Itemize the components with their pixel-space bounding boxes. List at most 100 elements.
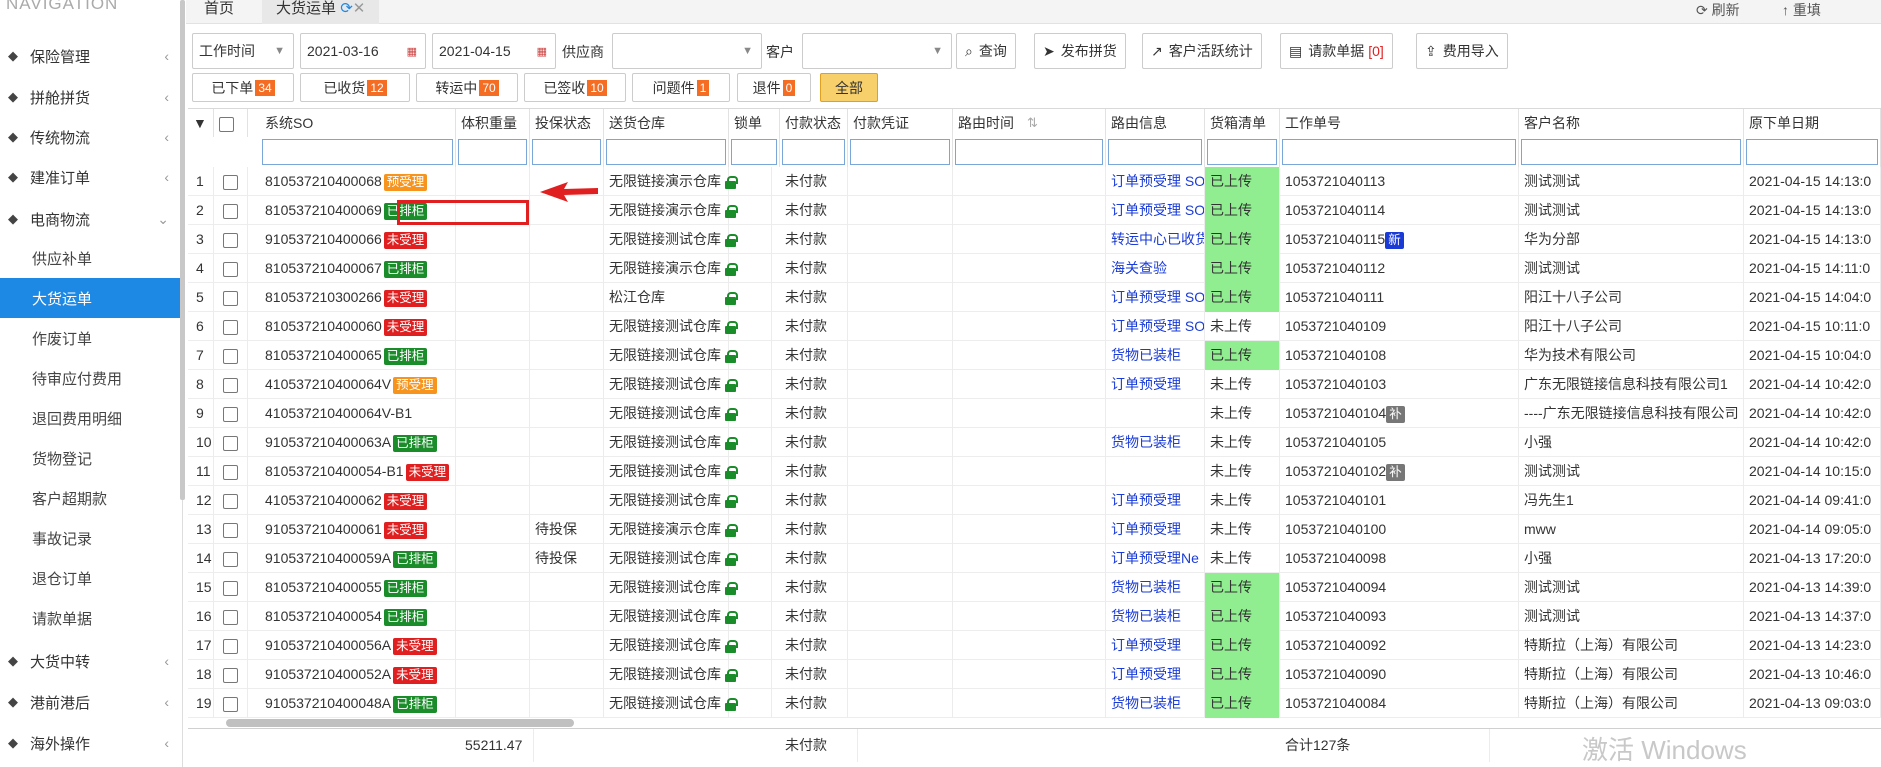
lock-icon[interactable] bbox=[725, 436, 738, 450]
lock-cell[interactable] bbox=[721, 399, 772, 428]
lock-icon[interactable] bbox=[725, 552, 738, 566]
status-button-5[interactable]: 退件 0 bbox=[737, 73, 811, 102]
route-info-link[interactable]: 订单预受理 bbox=[1106, 515, 1205, 544]
table-row[interactable]: 13 910537210400061 未受理 待投保 无限链接演示仓库 未付款 订单预受理未… bbox=[188, 515, 1881, 544]
filter-icon[interactable]: ▼ bbox=[188, 109, 214, 137]
lock-icon[interactable] bbox=[725, 494, 738, 508]
lock-cell[interactable] bbox=[721, 312, 772, 341]
refresh-button[interactable]: ⟳ 刷新 bbox=[1696, 0, 1740, 20]
lock-icon[interactable] bbox=[725, 175, 738, 189]
row-checkbox-cell[interactable] bbox=[214, 254, 248, 283]
nav-sub-item-2[interactable]: 作废订单 bbox=[0, 318, 183, 358]
column-header[interactable]: 付款凭证 bbox=[848, 109, 953, 137]
filter-input-box[interactable] bbox=[606, 139, 726, 165]
lock-cell[interactable] bbox=[721, 573, 772, 602]
import-button[interactable]: ⇪ 费用导入 bbox=[1416, 33, 1508, 69]
row-checkbox-cell[interactable] bbox=[214, 399, 248, 428]
row-checkbox-cell[interactable] bbox=[214, 631, 248, 660]
row-checkbox-cell[interactable] bbox=[214, 341, 248, 370]
lock-icon[interactable] bbox=[725, 320, 738, 334]
lock-icon[interactable] bbox=[725, 581, 738, 595]
column-filter-input[interactable] bbox=[260, 137, 456, 167]
row-checkbox-cell[interactable] bbox=[214, 225, 248, 254]
route-info-link[interactable]: 订单预受理 SO bbox=[1106, 283, 1205, 312]
route-info-link[interactable] bbox=[1106, 457, 1205, 486]
row-checkbox-cell[interactable] bbox=[214, 370, 248, 399]
filter-input-box[interactable] bbox=[731, 139, 777, 165]
row-checkbox[interactable] bbox=[223, 638, 238, 654]
lock-icon[interactable] bbox=[725, 523, 738, 537]
row-checkbox-cell[interactable] bbox=[214, 283, 248, 312]
lock-icon[interactable] bbox=[725, 610, 738, 624]
lock-icon[interactable] bbox=[725, 639, 738, 653]
filter-input-box[interactable] bbox=[458, 139, 527, 165]
column-filter-input[interactable] bbox=[848, 137, 953, 167]
row-checkbox-cell[interactable] bbox=[214, 544, 248, 573]
row-checkbox-cell[interactable] bbox=[214, 602, 248, 631]
invoice-button[interactable]: ▤ 请款单据 [0] bbox=[1280, 33, 1393, 69]
lock-icon[interactable] bbox=[725, 262, 738, 276]
row-checkbox-cell[interactable] bbox=[214, 515, 248, 544]
column-header[interactable]: 体积重量 bbox=[456, 109, 530, 137]
table-row[interactable]: 8 410537210400064V 预受理 无限链接测试仓库 未付款 订单预受理 未上传 1… bbox=[188, 370, 1881, 399]
row-checkbox[interactable] bbox=[223, 406, 238, 422]
table-row[interactable]: 18 910537210400052A 未受理 无限链接测试仓库 未付款 订单预受理 已上传… bbox=[188, 660, 1881, 689]
nav-sub-item-3[interactable]: 待审应付费用 bbox=[0, 358, 183, 398]
lock-cell[interactable] bbox=[721, 370, 772, 399]
publish-button[interactable]: ➤ 发布拼货 bbox=[1034, 33, 1126, 69]
table-row[interactable]: 10 910537210400063A 已排柜 无限链接测试仓库 未付款 货物已装柜 未上传… bbox=[188, 428, 1881, 457]
column-header[interactable]: 工作单号 bbox=[1280, 109, 1519, 137]
column-filter-input[interactable] bbox=[953, 137, 1106, 167]
supplier-select[interactable]: ▼ bbox=[612, 33, 762, 69]
column-filter-input[interactable] bbox=[1280, 137, 1519, 167]
row-checkbox[interactable] bbox=[223, 435, 238, 451]
nav-item-1[interactable]: ◆ 拼舱拼货 ‹ bbox=[0, 77, 183, 117]
column-filter-input[interactable] bbox=[780, 137, 848, 167]
row-checkbox[interactable] bbox=[223, 203, 238, 219]
select-all-checkbox[interactable] bbox=[214, 109, 248, 137]
column-filter-input[interactable] bbox=[456, 137, 530, 167]
row-checkbox[interactable] bbox=[223, 551, 238, 567]
table-row[interactable]: 14 910537210400059A 已排柜 待投保 无限链接测试仓库 未付款 订单预受理… bbox=[188, 544, 1881, 573]
filter-input-box[interactable] bbox=[532, 139, 601, 165]
nav-item-4[interactable]: ◆ 电商物流 ⌄ bbox=[0, 199, 183, 239]
lock-icon[interactable] bbox=[725, 204, 738, 218]
lock-cell[interactable] bbox=[721, 283, 772, 312]
column-header[interactable]: 客户名称 bbox=[1519, 109, 1744, 137]
filter-input-box[interactable] bbox=[782, 139, 845, 165]
route-info-link[interactable]: 货物已装柜 bbox=[1106, 689, 1205, 718]
nav-sub-item-7[interactable]: 事故记录 bbox=[0, 518, 183, 558]
sort-icon[interactable]: ⇅ bbox=[1027, 109, 1038, 137]
lock-icon[interactable] bbox=[725, 291, 738, 305]
column-header[interactable]: 系统SO bbox=[260, 109, 456, 137]
column-filter-input[interactable] bbox=[604, 137, 729, 167]
table-row[interactable]: 11 810537210400054-B1 未受理 无限链接测试仓库 未付款 未上传 105… bbox=[188, 457, 1881, 486]
table-row[interactable]: 4 810537210400067 已排柜 无限链接演示仓库 未付款 海关查验 已上传 105… bbox=[188, 254, 1881, 283]
route-info-link[interactable]: 订单预受理 SO bbox=[1106, 167, 1205, 196]
filter-input-box[interactable] bbox=[1746, 139, 1878, 165]
lock-cell[interactable] bbox=[721, 167, 772, 196]
table-row[interactable]: 9 410537210400064V-B1 无限链接测试仓库 未付款 未上传 105372… bbox=[188, 399, 1881, 428]
column-filter-input[interactable] bbox=[1205, 137, 1280, 167]
lock-cell[interactable] bbox=[721, 544, 772, 573]
filter-input-box[interactable] bbox=[955, 139, 1103, 165]
tab-close-icon[interactable]: ✕ bbox=[353, 0, 366, 17]
customer-select[interactable]: ▼ bbox=[802, 33, 952, 69]
row-checkbox[interactable] bbox=[223, 261, 238, 277]
row-checkbox-cell[interactable] bbox=[214, 689, 248, 718]
row-checkbox[interactable] bbox=[223, 174, 238, 190]
filter-input-box[interactable] bbox=[262, 139, 453, 165]
nav-item-2[interactable]: ◆ 传统物流 ‹ bbox=[0, 117, 183, 157]
lock-icon[interactable] bbox=[725, 349, 738, 363]
horizontal-scrollbar[interactable] bbox=[226, 719, 574, 727]
row-checkbox[interactable] bbox=[223, 319, 238, 335]
table-row[interactable]: 3 910537210400066 未受理 无限链接测试仓库 未付款 转运中心已收货 已上传… bbox=[188, 225, 1881, 254]
table-row[interactable]: 7 810537210400065 已排柜 无限链接测试仓库 未付款 货物已装柜 已上传 10… bbox=[188, 341, 1881, 370]
column-header[interactable]: 路由信息 bbox=[1106, 109, 1205, 137]
route-info-link[interactable]: 订单预受理 bbox=[1106, 486, 1205, 515]
row-checkbox[interactable] bbox=[223, 667, 238, 683]
row-checkbox[interactable] bbox=[223, 580, 238, 596]
row-checkbox-cell[interactable] bbox=[214, 660, 248, 689]
column-header[interactable]: 原下单日期 bbox=[1744, 109, 1881, 137]
column-header[interactable]: 送货仓库 bbox=[604, 109, 729, 137]
